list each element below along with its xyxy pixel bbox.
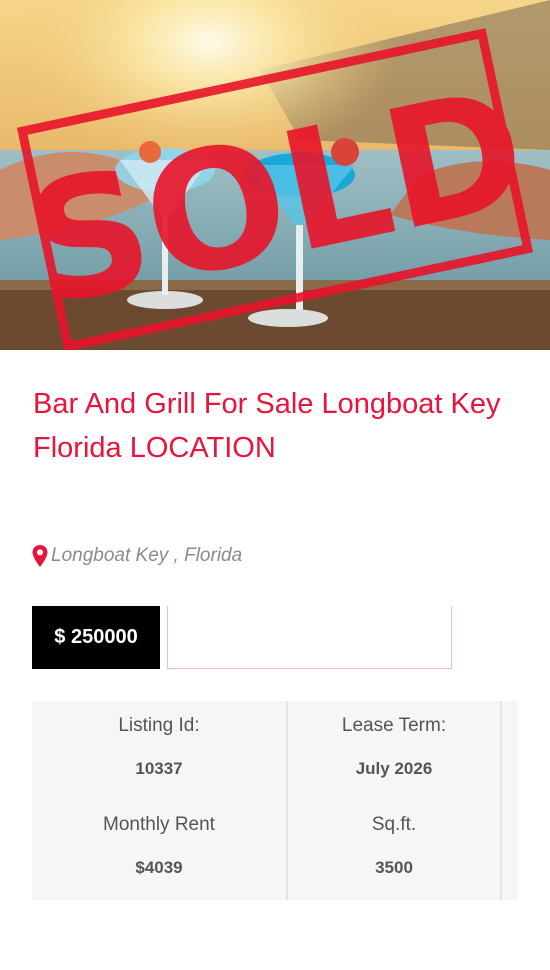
location-text: Longboat Key , Florida [51,545,243,566]
listing-location: Longboat Key , Florida [31,544,242,568]
sqft-value: 3500 [375,858,413,877]
price-badge: $ 250000 [32,606,160,669]
map-pin-icon [32,545,48,567]
listing-photo[interactable]: SOLD [0,0,550,350]
sqft-label: Sq.ft. [371,814,417,835]
listing-id-value: 10337 [135,759,183,778]
listing-title[interactable]: Bar And Grill For Sale Longboat Key Flor… [33,382,513,470]
details-column-right: Lease Term: July 2026 Sq.ft. 3500 [288,701,502,900]
monthly-rent-label: Monthly Rent [103,814,215,835]
price-value: $ 250000 [54,626,138,648]
details-column-left: Listing Id: 10337 Monthly Rent $4039 [32,701,288,900]
lease-term-label: Lease Term: [341,715,447,736]
listing-details-table: Listing Id: 10337 Monthly Rent $4039 Lea… [32,701,518,900]
listing-id-label: Listing Id: [118,715,200,736]
monthly-rent-value: $4039 [135,858,183,877]
lease-term-value: July 2026 [355,759,433,778]
price-secondary-box [167,606,452,669]
